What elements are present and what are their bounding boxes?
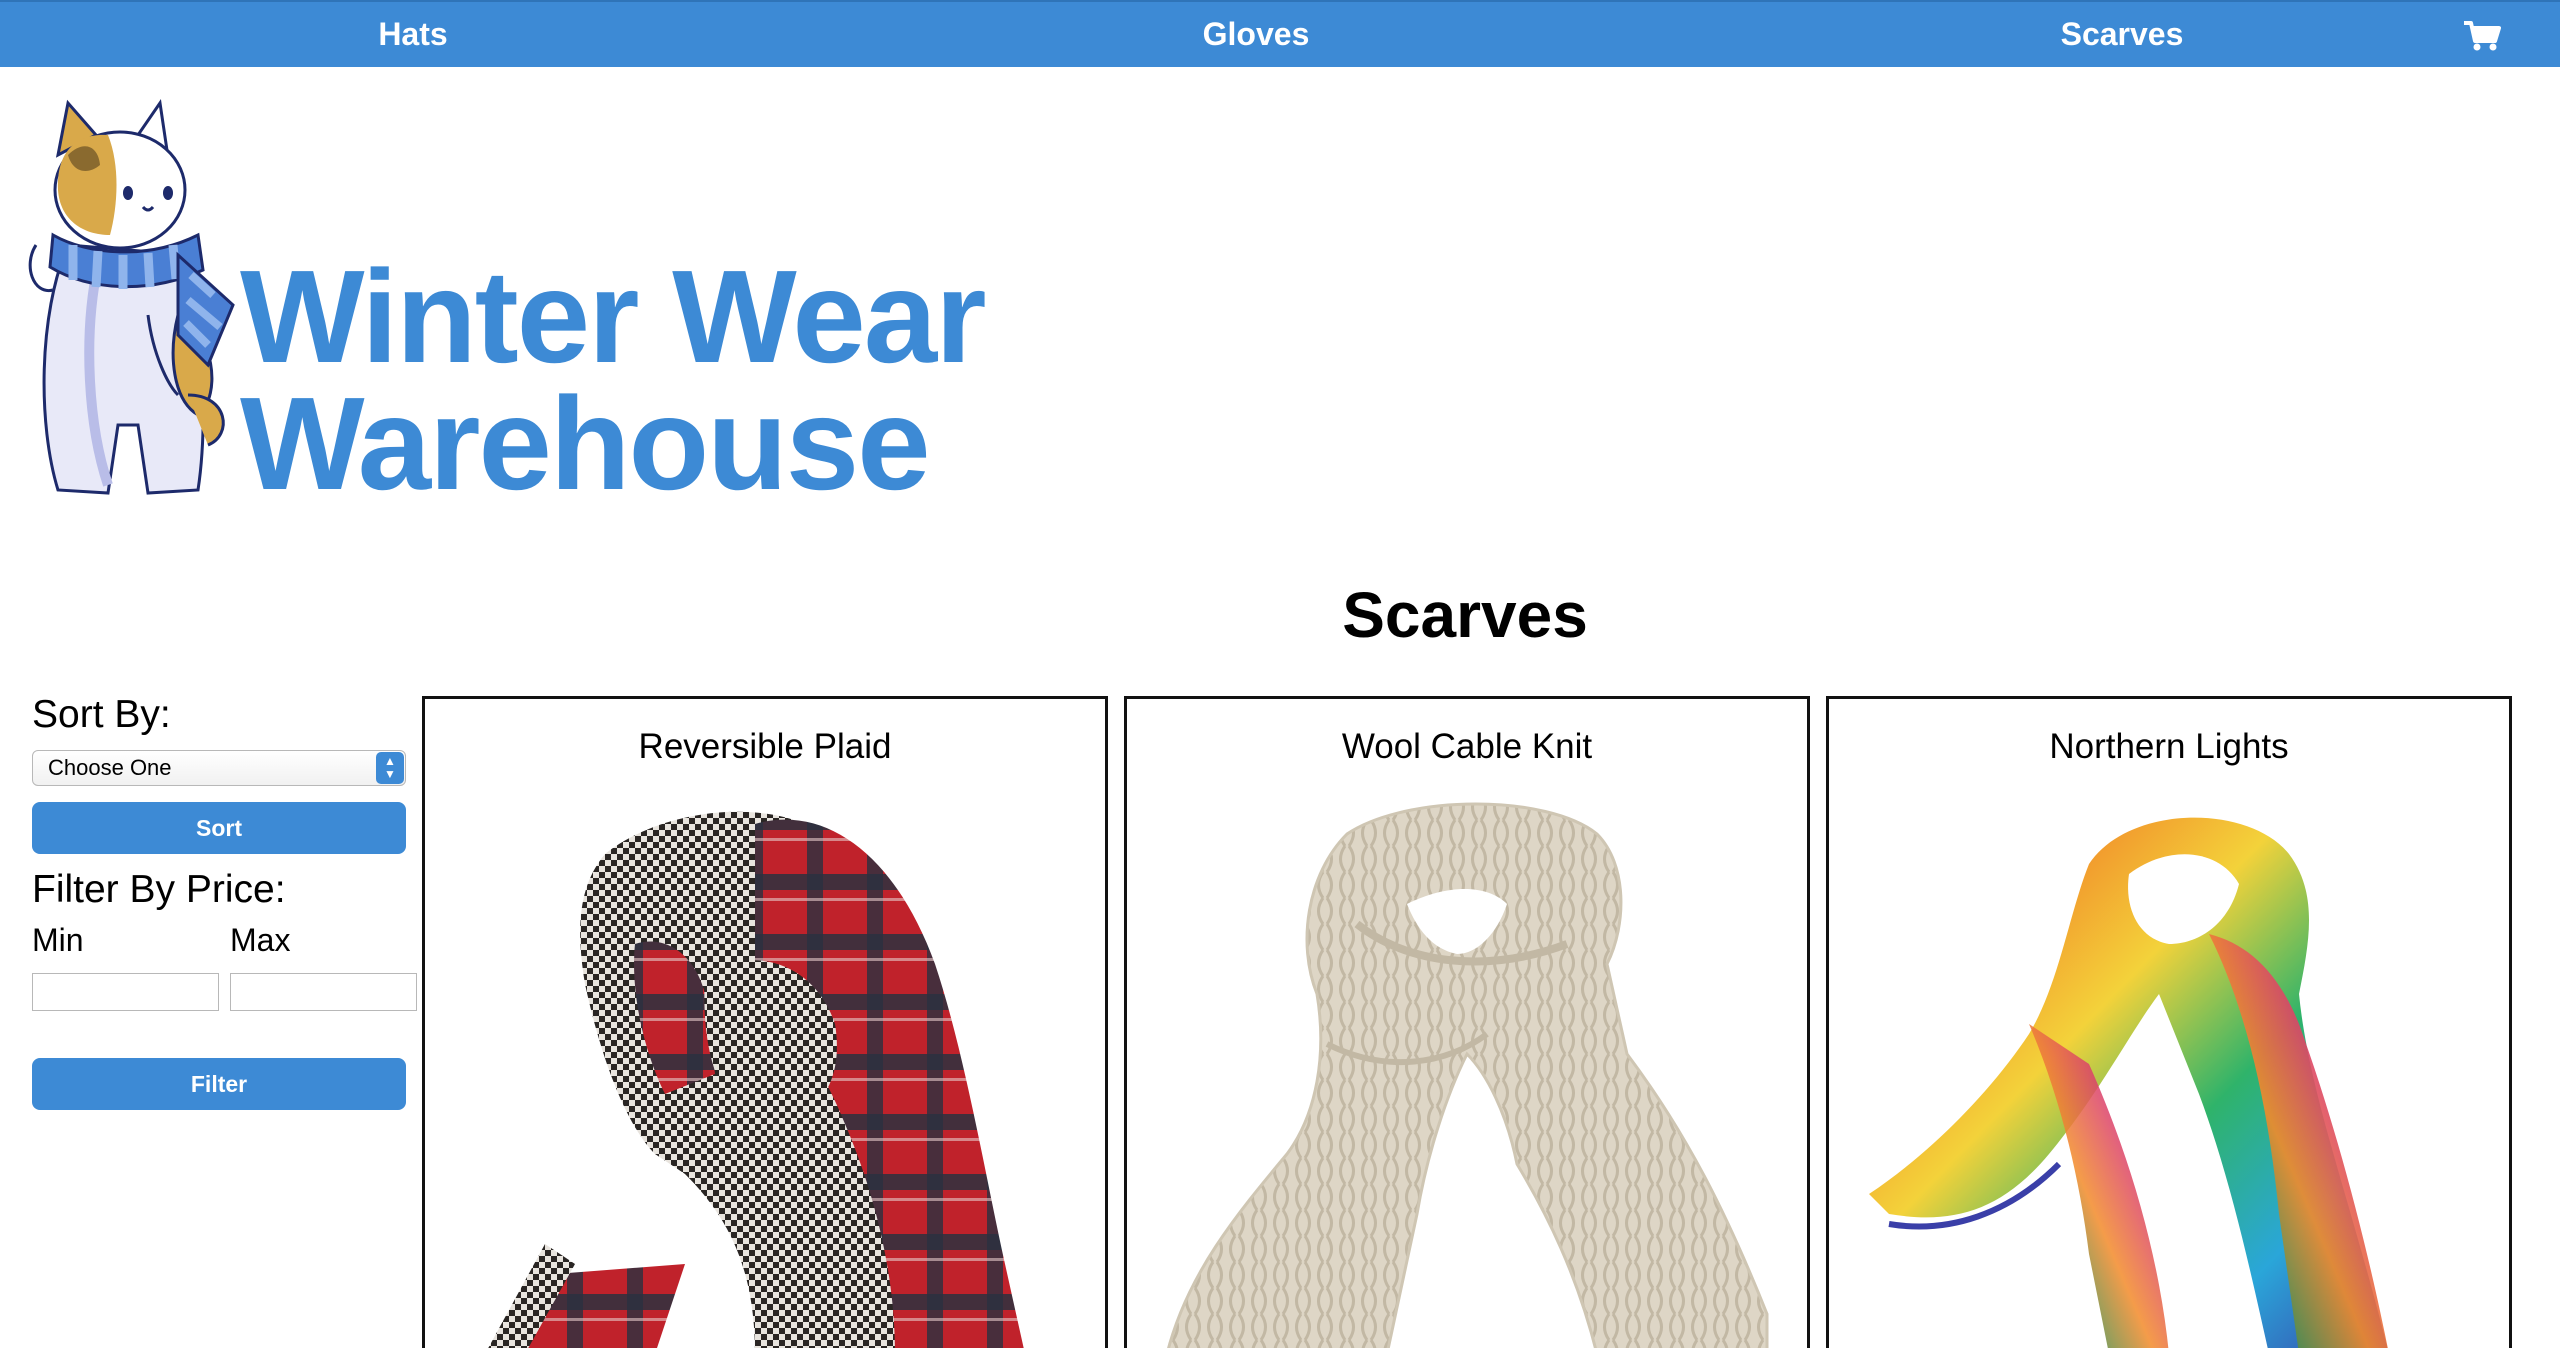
product-name: Wool Cable Knit xyxy=(1341,727,1593,766)
page-title: Scarves xyxy=(1342,579,1588,651)
nav-link-gloves[interactable]: Gloves xyxy=(1203,2,1310,67)
select-arrows-icon: ▲ ▼ xyxy=(376,752,404,784)
product-card[interactable]: Wool Cable Knit xyxy=(1124,696,1810,1348)
shopping-cart-icon[interactable] xyxy=(2462,20,2502,52)
site-title-line-2: Warehouse xyxy=(240,370,931,517)
max-price-label: Max xyxy=(230,922,291,958)
sort-select[interactable]: Choose One ▲ ▼ xyxy=(32,750,406,786)
multicolor-scarf-image xyxy=(1869,817,2388,1348)
nav-link-hats[interactable]: Hats xyxy=(378,2,447,67)
top-navigation-bar: Hats Gloves Scarves xyxy=(0,0,2560,67)
product-name: Northern Lights xyxy=(2049,727,2289,766)
filter-heading: Filter By Price: xyxy=(32,868,286,911)
min-price-label: Min xyxy=(32,922,84,958)
filter-button[interactable]: Filter xyxy=(32,1058,406,1110)
min-price-input[interactable] xyxy=(32,973,219,1011)
nav-link-scarves[interactable]: Scarves xyxy=(2061,2,2184,67)
product-card[interactable]: Reversible Plaid xyxy=(422,696,1108,1348)
product-name: Reversible Plaid xyxy=(638,727,892,766)
product-card[interactable]: Northern Lights xyxy=(1826,696,2512,1348)
max-price-input[interactable] xyxy=(230,973,417,1011)
cable-knit-scarf-image xyxy=(1167,802,1769,1348)
sort-select-value: Choose One xyxy=(48,755,172,780)
site-title-line-1: Winter Wear xyxy=(240,243,987,390)
site-logo[interactable]: Winter Wear Warehouse xyxy=(28,95,987,515)
cat-mascot-icon xyxy=(28,99,235,495)
site-title: Winter Wear Warehouse xyxy=(240,243,1000,517)
sort-button[interactable]: Sort xyxy=(32,802,406,854)
plaid-scarf-image xyxy=(488,811,1024,1348)
sort-heading: Sort By: xyxy=(32,693,171,736)
